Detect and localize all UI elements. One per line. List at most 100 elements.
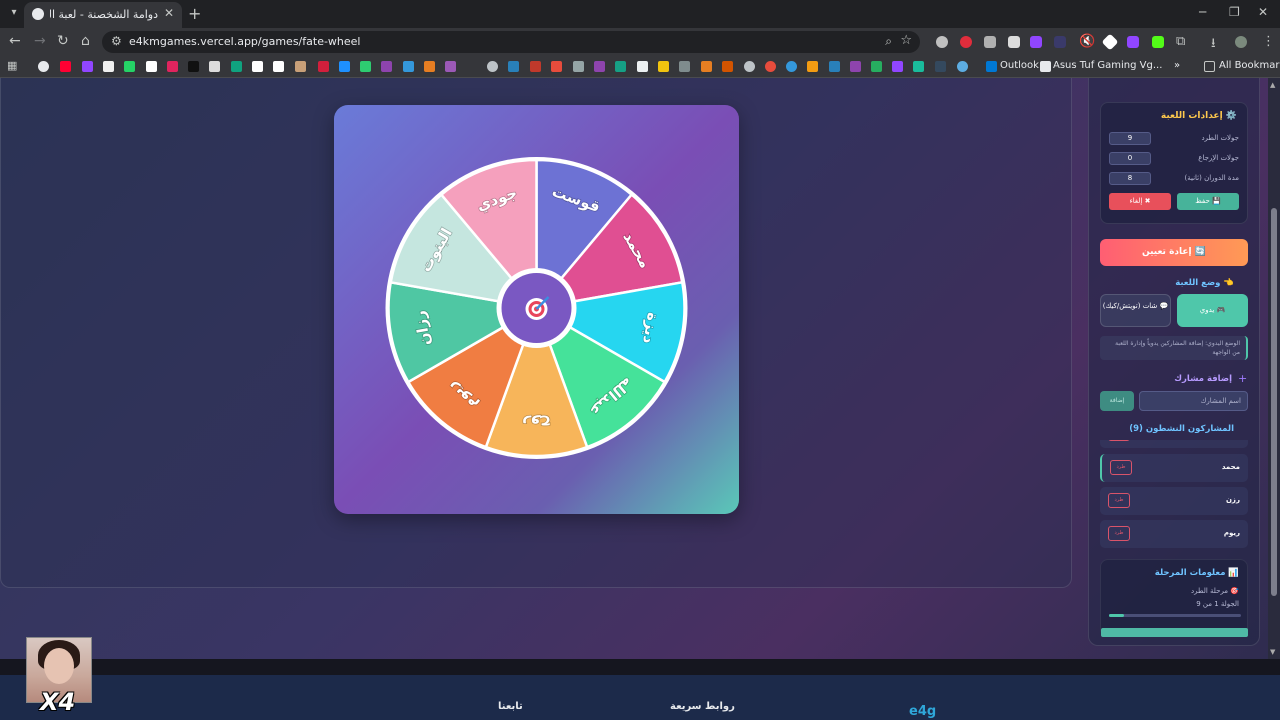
bookmark-icon[interactable]: [615, 61, 626, 72]
extension-icon[interactable]: [936, 36, 948, 48]
bookmark-icon[interactable]: [209, 61, 220, 72]
restore-icon[interactable]: ❐: [1229, 5, 1240, 19]
bookmark-icon[interactable]: [252, 61, 263, 72]
bookmark-icon[interactable]: [403, 61, 414, 72]
address-bar[interactable]: ⚙ e4kmgames.vercel.app/games/fate-wheel …: [102, 31, 920, 53]
bookmark-outlook[interactable]: Outlook: [1000, 60, 1039, 71]
reset-button[interactable]: 🔄 إعادة تعيين: [1100, 239, 1248, 266]
bookmark-icon[interactable]: [60, 61, 71, 72]
zoom-icon[interactable]: ⌕: [885, 34, 892, 49]
add-participant-button[interactable]: إضافة: [1100, 391, 1134, 411]
mute-icon[interactable]: 🔇: [1079, 34, 1095, 49]
extension-icon[interactable]: [984, 36, 996, 48]
tab-search-icon[interactable]: ▾: [6, 5, 22, 21]
bookmark-icon[interactable]: [850, 61, 861, 72]
bookmark-icon[interactable]: [573, 61, 584, 72]
scrollbar[interactable]: ▲ ▼: [1268, 78, 1280, 660]
bookmark-icon[interactable]: [637, 61, 648, 72]
bookmark-icon[interactable]: [508, 61, 519, 72]
bookmarks-more-icon[interactable]: »: [1174, 60, 1180, 71]
close-window-icon[interactable]: ✕: [1258, 5, 1268, 19]
kick-button[interactable]: طرد: [1108, 493, 1130, 508]
participant-name-input[interactable]: اسم المشارك: [1139, 391, 1248, 411]
bookmark-icon[interactable]: [530, 61, 541, 72]
kick-button[interactable]: طرد: [1110, 460, 1132, 475]
bookmark-icon[interactable]: [103, 61, 114, 72]
bookmark-icon[interactable]: [765, 61, 776, 72]
bookmark-icon[interactable]: [829, 61, 840, 72]
home-icon[interactable]: ⌂: [81, 33, 90, 49]
download-icon[interactable]: ⭳: [1211, 34, 1216, 56]
extensions-puzzle-icon[interactable]: ⧉: [1176, 34, 1185, 49]
all-bookmarks[interactable]: All Bookmarks: [1219, 60, 1280, 71]
extension-icon[interactable]: [1101, 33, 1119, 51]
bookmark-icon[interactable]: [551, 61, 562, 72]
kick-button[interactable]: طرد: [1108, 526, 1130, 541]
bookmark-icon[interactable]: [679, 61, 690, 72]
footer-logo[interactable]: e4g: [909, 704, 936, 719]
bookmark-icon[interactable]: [273, 61, 284, 72]
bookmark-icon[interactable]: [424, 61, 435, 72]
chat-mode-button[interactable]: 💬 شات (تويتش/كيك): [1100, 294, 1171, 327]
bookmark-icon[interactable]: [871, 61, 882, 72]
bookmark-icon[interactable]: [339, 61, 350, 72]
bookmark-icon[interactable]: [167, 61, 178, 72]
bookmark-star-icon[interactable]: ☆: [900, 33, 912, 48]
cancel-button[interactable]: ✖ إلغاء: [1109, 193, 1171, 210]
forward-icon[interactable]: →: [34, 33, 46, 49]
fate-wheel[interactable]: قوستمحمدديزةعبداللهروحريومرزانالبنوتجودي: [334, 105, 739, 514]
bookmark-icon[interactable]: [935, 61, 946, 72]
manual-mode-button[interactable]: 🎮 يدوي: [1177, 294, 1248, 327]
twitch-extension-icon[interactable]: [1127, 36, 1139, 48]
menu-kebab-icon[interactable]: ⋮: [1262, 34, 1275, 49]
extension-icon[interactable]: [1030, 36, 1042, 48]
back-icon[interactable]: ←: [9, 33, 21, 49]
outlook-icon[interactable]: [986, 61, 997, 72]
wheel-segment-label: روح: [522, 415, 551, 433]
bookmark-icon[interactable]: [658, 61, 669, 72]
bookmark-icon[interactable]: [701, 61, 712, 72]
bookmark-icon[interactable]: [318, 61, 329, 72]
bookmark-icon[interactable]: [360, 61, 371, 72]
extension-icon[interactable]: [1054, 36, 1066, 48]
bookmark-icon[interactable]: [722, 61, 733, 72]
bookmark-icon[interactable]: [892, 61, 903, 72]
extension-icon[interactable]: [1008, 36, 1020, 48]
minimize-icon[interactable]: ─: [1199, 5, 1206, 19]
scrollbar-thumb[interactable]: [1271, 208, 1277, 596]
kick-button[interactable]: [1108, 440, 1130, 441]
bookmark-icon[interactable]: [594, 61, 605, 72]
reload-icon[interactable]: ↻: [57, 33, 69, 49]
bookmark-icon[interactable]: [487, 61, 498, 72]
bookmark-icon[interactable]: [295, 61, 306, 72]
bookmark-icon[interactable]: [82, 61, 93, 72]
bookmark-icon[interactable]: [744, 61, 755, 72]
bookmark-icon[interactable]: [146, 61, 157, 72]
bookmark-icon[interactable]: [445, 61, 456, 72]
spin-duration-input[interactable]: 8: [1109, 172, 1151, 185]
bookmark-icon[interactable]: [231, 61, 242, 72]
expel-rounds-input[interactable]: 9: [1109, 132, 1151, 145]
bookmark-icon[interactable]: [913, 61, 924, 72]
bookmark-icon[interactable]: [188, 61, 199, 72]
return-rounds-input[interactable]: 0: [1109, 152, 1151, 165]
site-info-icon[interactable]: ⚙: [111, 34, 122, 48]
scroll-down-icon[interactable]: ▼: [1270, 648, 1275, 656]
bookmark-icon[interactable]: [786, 61, 797, 72]
scroll-up-icon[interactable]: ▲: [1270, 81, 1275, 89]
bookmark-icon[interactable]: [381, 61, 392, 72]
close-tab-icon[interactable]: ✕: [164, 6, 174, 20]
apps-grid-icon[interactable]: ▦: [7, 59, 17, 72]
bookmark-icon[interactable]: [38, 61, 49, 72]
extension-icon[interactable]: [960, 36, 972, 48]
active-tab[interactable]: دوامة الشخصنة - لعبة العجلة وال ✕: [24, 2, 182, 28]
bookmark-asus[interactable]: Asus Tuf Gaming Vg...: [1053, 60, 1162, 71]
globe-icon[interactable]: [957, 61, 968, 72]
kick-extension-icon[interactable]: [1152, 36, 1164, 48]
new-tab-icon[interactable]: +: [188, 4, 201, 23]
save-button[interactable]: 💾 حفظ: [1177, 193, 1239, 210]
bookmark-icon[interactable]: [807, 61, 818, 72]
bookmark-icon[interactable]: [124, 61, 135, 72]
profile-avatar[interactable]: [1235, 36, 1247, 48]
asus-icon[interactable]: [1040, 61, 1051, 72]
